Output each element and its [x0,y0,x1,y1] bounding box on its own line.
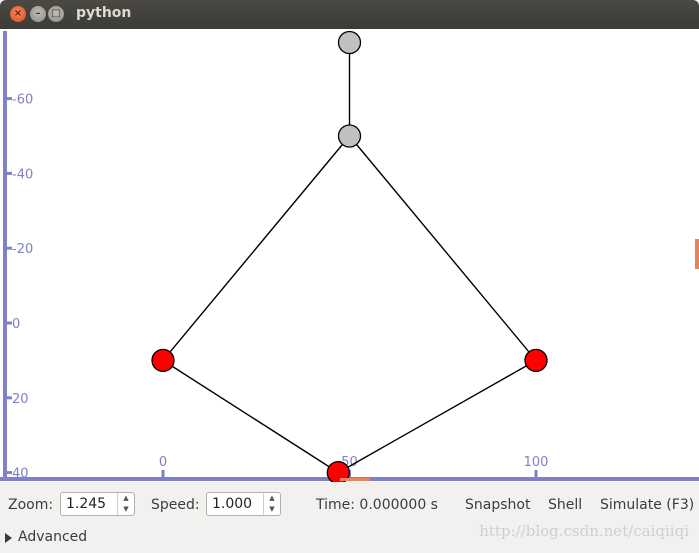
expander-arrow-icon[interactable] [5,533,12,543]
window-title: python [76,5,132,21]
x-tick-label: 0 [159,455,167,470]
time-readout: Time: 0.000000 s [316,497,438,513]
y-axis-line [3,31,7,479]
simulate-button[interactable]: Simulate (F3) [600,497,694,513]
graph-node-right [524,348,548,373]
speed-value: 1.000 [212,496,253,512]
graph-node-hub [337,124,362,148]
graph-edge [348,135,537,361]
y-tick-label: -20 [12,242,33,257]
x-tick-mark [534,470,538,477]
maximize-window-icon[interactable]: □ [48,6,64,22]
speed-spinbox[interactable]: 1.000 ▲ ▼ [206,492,281,516]
graph-edge [337,359,537,474]
y-tick-label: -40 [12,167,33,182]
horizontal-scroll-marker [340,478,370,481]
close-window-icon[interactable]: × [10,6,26,22]
shell-button[interactable]: Shell [548,497,582,513]
graph-node-left [151,348,175,373]
graph-node-top [337,30,362,55]
graph-edge [162,135,351,361]
speed-label: Speed: [151,497,200,513]
zoom-label: Zoom: [8,497,54,513]
y-tick-label: 40 [12,467,29,482]
minimize-window-icon[interactable]: – [30,6,46,22]
window-titlebar: × – □ python [0,0,699,29]
y-tick-label: 0 [12,317,20,332]
snapshot-button[interactable]: Snapshot [465,497,530,513]
vertical-scroll-marker [695,239,699,269]
zoom-stepper-arrows-icon[interactable]: ▲ ▼ [117,493,134,515]
x-tick-label: 100 [524,455,549,470]
graph-plot: -60-40-20020400 50 100 [0,30,699,482]
advanced-expander[interactable]: Advanced [18,529,87,545]
speed-stepper-arrows-icon[interactable]: ▲ ▼ [263,493,280,515]
y-tick-label: 20 [12,392,29,407]
simulation-canvas[interactable]: -60 -40 -20 0 20 40 0 50 100 [0,29,699,482]
zoom-value: 1.245 [66,496,107,512]
y-tick-label: -60 [12,93,33,108]
graph-edge [162,359,339,474]
x-tick-mark [161,470,165,477]
zoom-spinbox[interactable]: 1.245 ▲ ▼ [60,492,135,516]
watermark-text: http://blog.csdn.net/caiqiiqi [479,522,689,540]
control-bar: Zoom: 1.245 ▲ ▼ Speed: 1.000 ▲ ▼ Time: 0.0… [0,482,699,553]
